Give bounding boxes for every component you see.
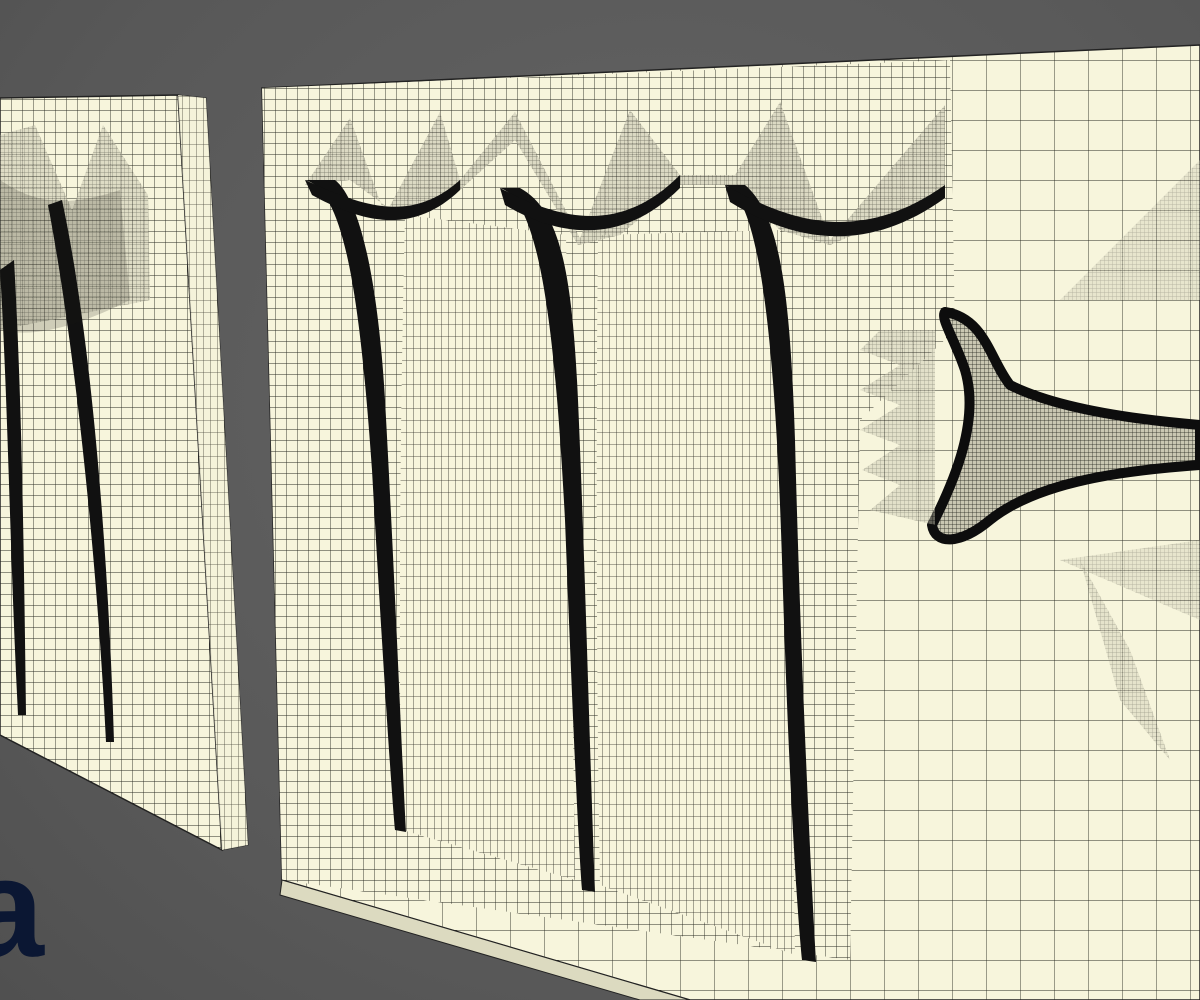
wireframe-scene — [0, 44, 1200, 1000]
viewport-3d[interactable]: a — [0, 0, 1200, 1000]
column-2 — [596, 230, 795, 955]
right-panel[interactable] — [261, 44, 1200, 1000]
logo-letter: a — [0, 829, 44, 986]
left-panel[interactable] — [0, 94, 249, 852]
